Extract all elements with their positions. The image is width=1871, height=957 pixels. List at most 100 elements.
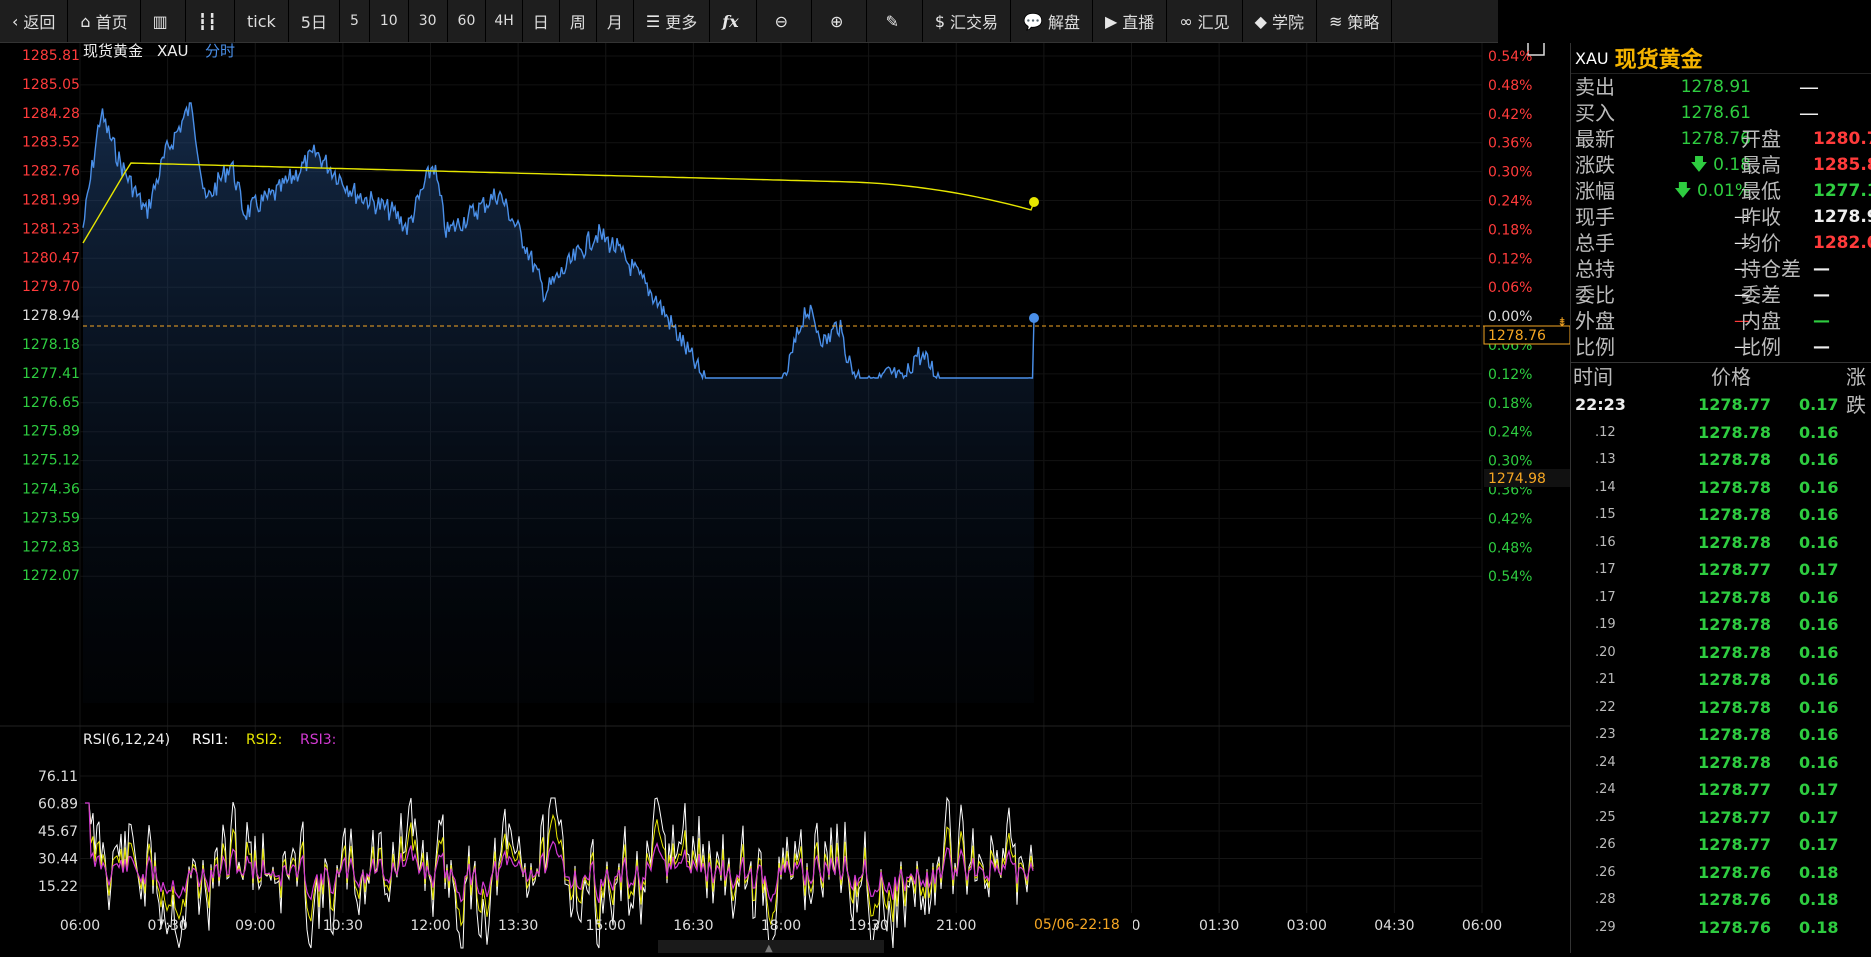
tick-time: .24 — [1595, 754, 1616, 770]
pen-icon: ✎ — [885, 11, 899, 31]
tick-change: 0.16 — [1799, 615, 1839, 634]
tick-price: 1278.78 — [1698, 752, 1771, 772]
tick-change: 0.16 — [1799, 422, 1839, 442]
time-axis: 06:00 07:30 09:00 10:30 12:00 13:30 15:00 16:30… — [60, 918, 1502, 934]
school-button[interactable]: ◆ 学院 — [1243, 0, 1317, 42]
price-tick-label: 1284.28 — [22, 106, 80, 122]
price-tick-label: 1279.70 — [22, 279, 80, 295]
week-button[interactable]: 周 — [560, 0, 597, 42]
video-icon: ▶ — [1104, 11, 1118, 31]
home-button[interactable]: ⌂ 首页 — [68, 0, 141, 42]
chart-title-name: 现货黄金 — [83, 43, 143, 60]
tick-time: .12 — [1595, 424, 1616, 440]
tick-row: .15 1278.78 0.16 — [1571, 501, 1871, 529]
30min-button[interactable]: 30 — [409, 0, 448, 42]
60min-button[interactable]: 60 — [448, 0, 487, 42]
tick-time: 22:23 — [1575, 395, 1626, 414]
zoom-out-icon: ⊖ — [774, 11, 789, 31]
tick-row: .21 1278.78 0.16 — [1571, 666, 1871, 694]
strategy-button[interactable]: ≋ 策略 — [1317, 0, 1393, 42]
tick-time: .24 — [1595, 782, 1616, 797]
quote-value-2: — — [1813, 311, 1830, 331]
chart-title-code: XAU — [157, 43, 189, 60]
trade-button[interactable]: $ 汇交易 — [923, 0, 1012, 42]
tick-row: .23 1278.78 0.16 — [1571, 721, 1871, 749]
percent-tick-label: 0.18% — [1488, 222, 1532, 238]
tick-time: .25 — [1595, 809, 1616, 825]
quote-value: — — [1734, 233, 1751, 253]
rsi3-label: RSI3: — [300, 732, 336, 748]
time-tick-label: 03:00 — [1287, 918, 1327, 934]
rsi1-label: RSI1: — [192, 732, 228, 748]
quote-panel: XAU 现货黄金 卖出 1278.91— 买入 1278.61— 最新 1278.76 开盘… — [1570, 43, 1871, 953]
tick-time: .26 — [1595, 864, 1616, 880]
tick-change: 0.17 — [1799, 560, 1839, 579]
live-button[interactable]: ▶ 直播 — [1093, 0, 1168, 42]
time-tick-label: 18:00 — [761, 918, 801, 934]
quote-label: 委比 — [1575, 283, 1615, 307]
more-button[interactable]: ☰ 更多 — [634, 0, 711, 42]
percent-tick-label: 0.06% — [1488, 280, 1532, 296]
right-percent-axis: 0.54% 0.48% 0.42% 0.36% 0.30% 0.24% 0.18% 0.12%… — [1488, 49, 1532, 585]
tick-change: 0.16 — [1799, 450, 1839, 469]
quote-value: 🡇 0.18 — [1690, 155, 1751, 175]
scroll-up-icon[interactable]: ▲ — [765, 943, 773, 954]
price-tick-label: 1275.89 — [22, 424, 80, 440]
quote-label: 总持 — [1575, 257, 1615, 281]
price-tick-label: 1274.36 — [22, 482, 80, 498]
quote-value-2: 1285.8 — [1813, 155, 1871, 175]
time-tick-label: 06:00 — [1462, 918, 1502, 934]
10min-button[interactable]: 10 — [370, 0, 409, 42]
tick-price: 1278.78 — [1698, 697, 1771, 717]
5day-button[interactable]: 5日 — [289, 0, 340, 42]
rsi-label: RSI(6,12,24) — [83, 732, 170, 748]
quote-row: 现手 —昨收 1278.9 — [1571, 204, 1871, 230]
draw-button[interactable]: ✎ — [867, 0, 923, 42]
tick-price: 1278.77 — [1698, 835, 1771, 854]
quote-label-2: 最高 — [1741, 153, 1781, 177]
zoom-in-button[interactable]: ⊕ — [812, 0, 868, 42]
tick-header-time: 时间 — [1573, 365, 1613, 389]
month-button[interactable]: 月 — [597, 0, 634, 42]
back-button[interactable]: ‹ 返回 — [0, 0, 69, 42]
view-button[interactable]: ∞ 汇见 — [1167, 0, 1243, 42]
5min-button[interactable]: 5 — [340, 0, 370, 42]
tick-change: 0.16 — [1799, 670, 1839, 689]
time-tick-label: 06:00 — [60, 918, 100, 934]
quote-value: — — [1734, 337, 1751, 357]
zoom-out-button[interactable]: ⊖ — [757, 0, 813, 42]
tick-price: 1278.78 — [1698, 615, 1771, 634]
price-tick-label: 1272.83 — [22, 539, 80, 555]
quote-value-2: 1282.0 — [1813, 233, 1871, 253]
chart-area[interactable]: 现货黄金 XAU 分时 1285.81 1285.05 1284.28 1283.52… — [0, 40, 1571, 954]
candlestick-button[interactable]: ┇┇ — [186, 0, 235, 42]
analysis-button[interactable]: 💬 解盘 — [1011, 0, 1093, 42]
average-endpoint-dot — [1029, 197, 1039, 207]
tick-list[interactable]: 22:23 1278.77 0.17 .12 1278.78 0.16 .13 1278.78… — [1571, 391, 1871, 941]
toolbar: ‹ 返回 ⌂ 首页 ▥ ┇┇ tick 5日 5 10 30 60 4H 日 周 月… — [0, 0, 1498, 43]
tick-time: .26 — [1595, 837, 1616, 852]
tick-header: 时间 价格 涨跌 — [1571, 363, 1871, 417]
percent-tick-label: 0.42% — [1488, 511, 1532, 527]
quote-value-2: 1280.7 — [1813, 129, 1871, 149]
left-price-axis: 1285.81 1285.05 1284.28 1283.52 1282.76 1281.… — [22, 48, 80, 584]
tick-price: 1278.76 — [1698, 917, 1771, 937]
percent-tick-label: 0.12% — [1488, 251, 1532, 267]
quote-row: 总持 — 持仓差 — — [1571, 256, 1871, 282]
tick-price: 1278.78 — [1698, 422, 1771, 442]
formula-button[interactable]: fx — [710, 0, 757, 42]
quote-row: 卖出 1278.91 — — [1571, 74, 1871, 100]
price-chart[interactable]: 现货黄金 XAU 分时 1285.81 1285.05 1284.28 1283.52… — [0, 40, 1571, 954]
percent-tick-label: 0.48% — [1488, 540, 1532, 556]
tick-row: .28 1278.76 0.18 — [1571, 886, 1871, 914]
quote-label-2: 持仓差 — [1741, 257, 1801, 281]
4h-button[interactable]: 4H — [486, 0, 523, 42]
bar-chart-button[interactable]: ▥ — [141, 0, 186, 42]
day-button[interactable]: 日 — [523, 0, 560, 42]
percent-tick-label: 0.18% — [1488, 396, 1532, 412]
rsi-tick-label: 60.89 — [38, 797, 78, 813]
quote-value: 1278.91 — [1680, 77, 1751, 97]
tick-time: .29 — [1595, 919, 1616, 935]
tick-button[interactable]: tick — [235, 0, 289, 42]
panel-name: 现货黄金 — [1614, 48, 1703, 73]
